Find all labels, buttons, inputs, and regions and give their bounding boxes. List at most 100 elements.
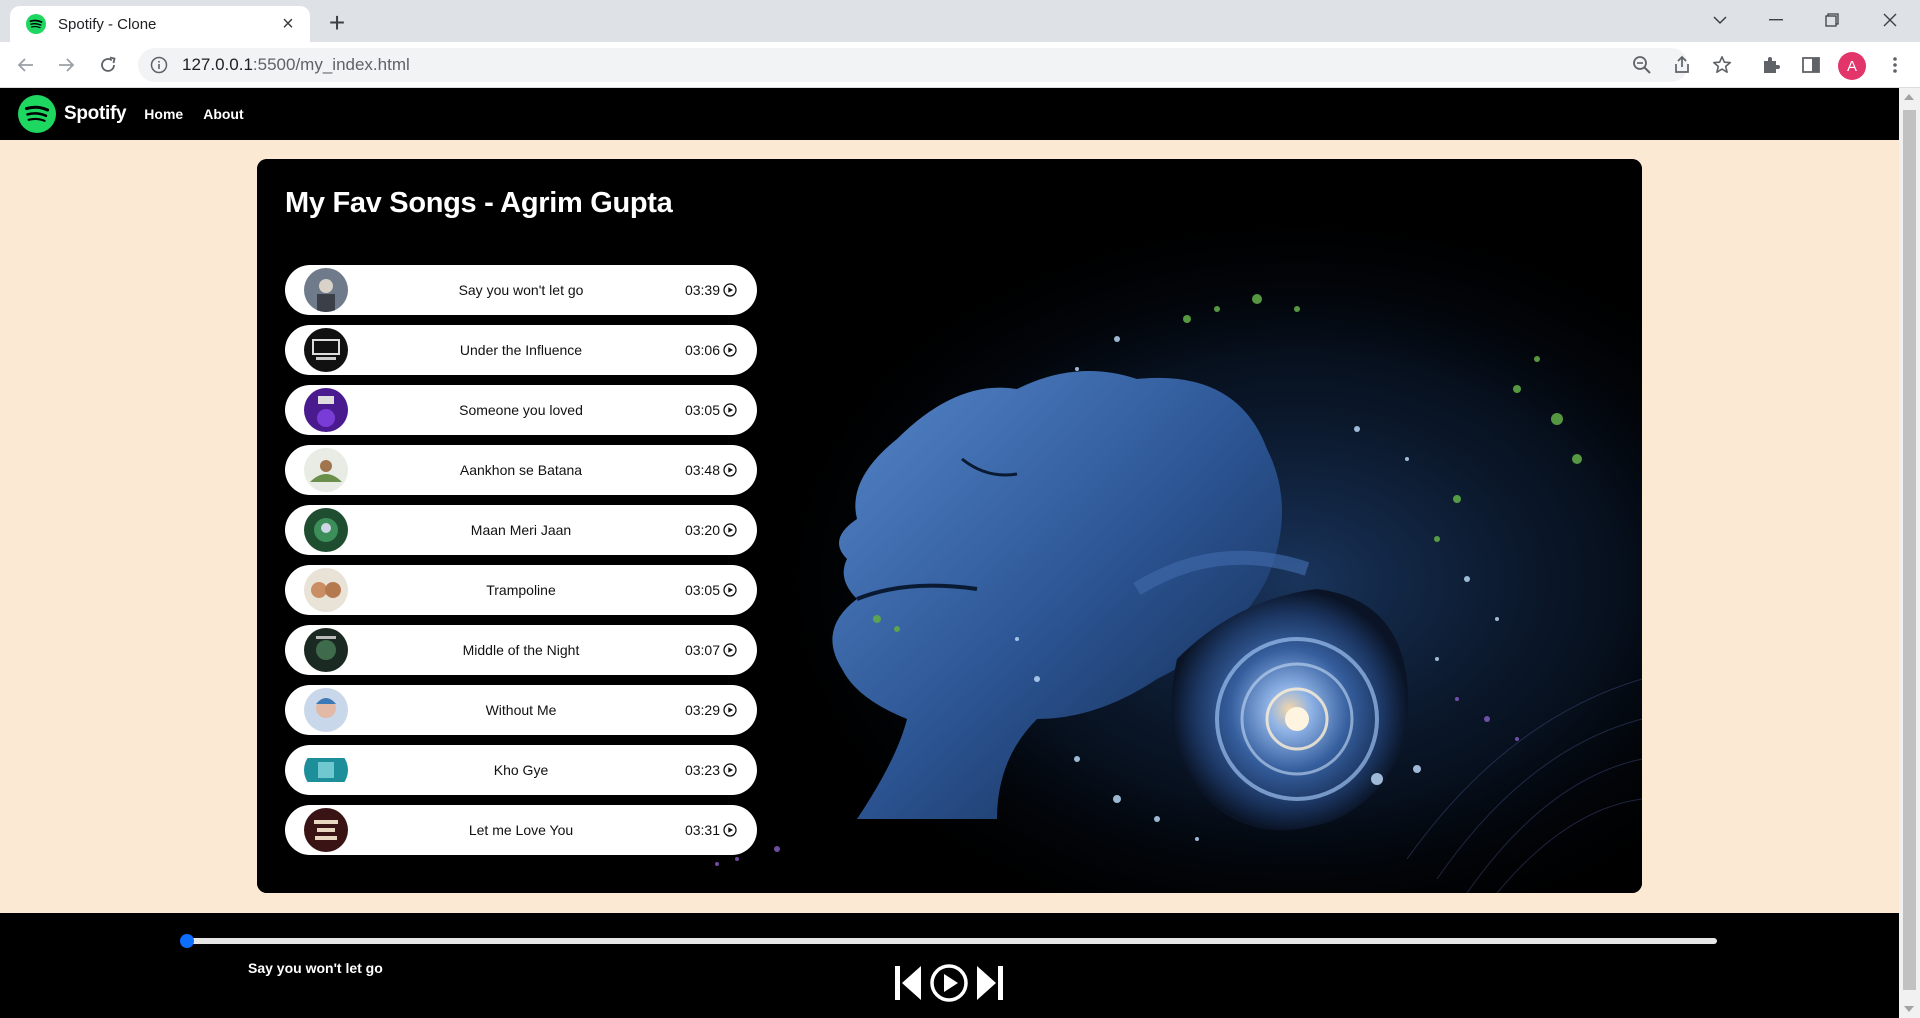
song-duration-text: 03:05	[684, 582, 720, 598]
back-arrow-icon[interactable]	[10, 49, 42, 81]
song-duration[interactable]: 03:29	[685, 702, 737, 718]
song-duration-text: 03:20	[684, 522, 720, 538]
song-item[interactable]: Say you won't let go 03:39	[285, 265, 757, 315]
song-item[interactable]: Kho Gye 03:23	[285, 745, 757, 795]
song-cover-image	[304, 388, 348, 432]
song-name: Aankhon se Batana	[459, 462, 583, 478]
song-item[interactable]: Someone you loved 03:05	[285, 385, 757, 435]
close-window-icon[interactable]	[1862, 0, 1918, 40]
more-menu-icon[interactable]	[1880, 50, 1910, 80]
tab-search-icon[interactable]	[1692, 0, 1748, 40]
browser-toolbar: 127.0.0.1:5500/my_index.html A	[0, 42, 1920, 88]
url-host: 127.0.0.1	[182, 55, 253, 74]
brand-name: Spotify	[64, 103, 127, 124]
song-duration[interactable]: 03:23	[685, 762, 737, 778]
song-cover-image	[304, 628, 348, 672]
progress-slider[interactable]	[180, 934, 1717, 948]
song-item[interactable]: Without Me 03:29	[285, 685, 757, 735]
scroll-thumb[interactable]	[1903, 110, 1916, 990]
new-tab-icon[interactable]: +	[322, 7, 352, 38]
page-title: My Fav Songs - Agrim Gupta	[285, 187, 673, 219]
zoom-icon[interactable]	[1627, 50, 1657, 80]
play-circle-icon[interactable]	[723, 283, 737, 297]
bottom-player: Say you won't let go	[0, 913, 1899, 1018]
side-panel-icon[interactable]	[1796, 50, 1826, 80]
song-duration[interactable]: 03:48	[685, 462, 737, 478]
song-cover-image	[304, 328, 348, 372]
song-name: Trampoline	[486, 582, 556, 598]
song-name: Kho Gye	[493, 762, 549, 778]
song-duration-text: 03:29	[684, 702, 720, 718]
song-item[interactable]: Maan Meri Jaan 03:20	[285, 505, 757, 555]
song-duration-text: 03:23	[684, 762, 720, 778]
songs-card: My Fav Songs - Agrim Gupta Say you won't…	[257, 159, 1642, 893]
progress-track[interactable]	[182, 938, 1717, 944]
song-item[interactable]: Middle of the Night 03:07	[285, 625, 757, 675]
song-item[interactable]: Under the Influence 03:06	[285, 325, 757, 375]
song-name: Someone you loved	[459, 402, 583, 418]
song-duration[interactable]: 03:05	[685, 402, 737, 418]
scroll-down-icon[interactable]	[1904, 1006, 1914, 1012]
play-circle-icon[interactable]	[723, 583, 737, 597]
song-name: Middle of the Night	[462, 642, 580, 658]
song-name: Under the Influence	[459, 342, 583, 358]
song-item[interactable]: Aankhon se Batana 03:48	[285, 445, 757, 495]
song-duration[interactable]: 03:05	[685, 582, 737, 598]
song-duration-text: 03:05	[684, 402, 720, 418]
song-item[interactable]: Trampoline 03:05	[285, 565, 757, 615]
forward-arrow-icon[interactable]	[50, 49, 82, 81]
reload-icon[interactable]	[92, 49, 124, 81]
minimize-icon[interactable]	[1748, 0, 1804, 40]
address-bar[interactable]: 127.0.0.1:5500/my_index.html	[138, 48, 1688, 82]
song-duration-text: 03:31	[684, 822, 720, 838]
previous-track-icon[interactable]	[893, 964, 923, 1002]
site-navbar: Spotify Home About	[0, 88, 1899, 140]
spotify-logo-icon	[18, 95, 56, 133]
extensions-puzzle-icon[interactable]	[1756, 50, 1786, 80]
song-item[interactable]: Let me Love You 03:31	[285, 805, 757, 855]
restore-icon[interactable]	[1804, 0, 1860, 40]
nav-about-link[interactable]: About	[203, 106, 243, 122]
song-duration-text: 03:06	[684, 342, 720, 358]
spotify-favicon-icon	[26, 14, 46, 34]
bookmark-star-icon[interactable]	[1707, 50, 1737, 80]
song-cover-image	[304, 508, 348, 552]
play-button-icon[interactable]	[929, 963, 969, 1003]
play-circle-icon[interactable]	[723, 403, 737, 417]
play-circle-icon[interactable]	[723, 343, 737, 357]
song-name: Say you won't let go	[458, 282, 584, 298]
song-duration[interactable]: 03:39	[685, 282, 737, 298]
song-cover-image	[304, 448, 348, 492]
progress-thumb[interactable]	[180, 934, 194, 948]
share-icon[interactable]	[1667, 50, 1697, 80]
song-list: Say you won't let go 03:39 Under the Inf…	[285, 265, 757, 865]
play-circle-icon[interactable]	[723, 523, 737, 537]
song-duration-text: 03:39	[684, 282, 720, 298]
profile-avatar[interactable]: A	[1838, 52, 1866, 80]
song-duration-text: 03:07	[684, 642, 720, 658]
song-duration-text: 03:48	[684, 462, 720, 478]
tab-close-icon[interactable]: ×	[274, 10, 302, 38]
next-track-icon[interactable]	[975, 964, 1005, 1002]
url-text: 127.0.0.1:5500/my_index.html	[182, 55, 410, 75]
song-duration[interactable]: 03:20	[685, 522, 737, 538]
play-circle-icon[interactable]	[723, 703, 737, 717]
song-duration[interactable]: 03:07	[685, 642, 737, 658]
play-circle-icon[interactable]	[723, 463, 737, 477]
player-controls	[893, 963, 1005, 1003]
scroll-up-icon[interactable]	[1904, 94, 1914, 100]
page-scrollbar[interactable]	[1899, 88, 1920, 1018]
song-cover-image	[304, 568, 348, 612]
song-cover-image	[304, 688, 348, 732]
browser-tabstrip: Spotify - Clone × +	[0, 0, 1920, 42]
browser-tab[interactable]: Spotify - Clone ×	[10, 6, 310, 42]
nav-home-link[interactable]: Home	[144, 106, 183, 122]
play-circle-icon[interactable]	[723, 643, 737, 657]
play-circle-icon[interactable]	[723, 763, 737, 777]
song-duration[interactable]: 03:06	[685, 342, 737, 358]
play-circle-icon[interactable]	[723, 823, 737, 837]
song-duration[interactable]: 03:31	[685, 822, 737, 838]
song-name: Maan Meri Jaan	[470, 522, 572, 538]
site-info-icon[interactable]	[150, 56, 168, 74]
brand[interactable]: Spotify	[18, 95, 127, 133]
